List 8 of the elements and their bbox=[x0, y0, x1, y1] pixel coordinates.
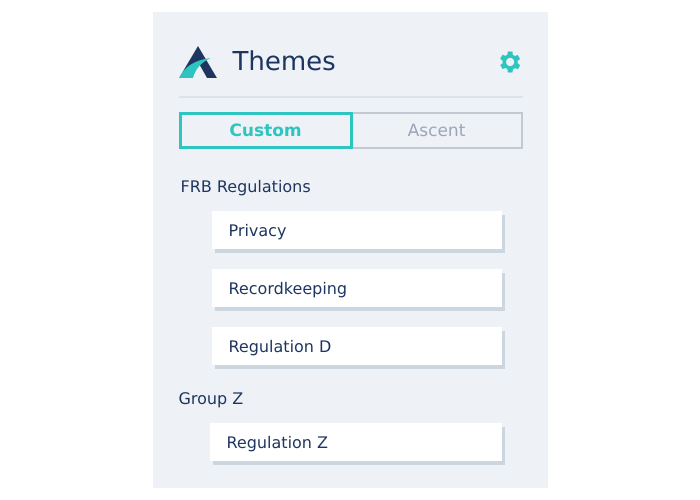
group-label: FRB Regulations bbox=[180, 177, 312, 196]
panel-title: Themes bbox=[232, 47, 337, 77]
theme-item[interactable]: Privacy bbox=[212, 211, 502, 249]
theme-item[interactable]: Regulation D bbox=[212, 327, 502, 365]
theme-item[interactable]: Recordkeeping bbox=[212, 269, 502, 307]
group-label: Group Z bbox=[178, 389, 244, 408]
theme-item[interactable]: Regulation Z bbox=[210, 423, 502, 461]
logo-icon bbox=[178, 46, 216, 78]
